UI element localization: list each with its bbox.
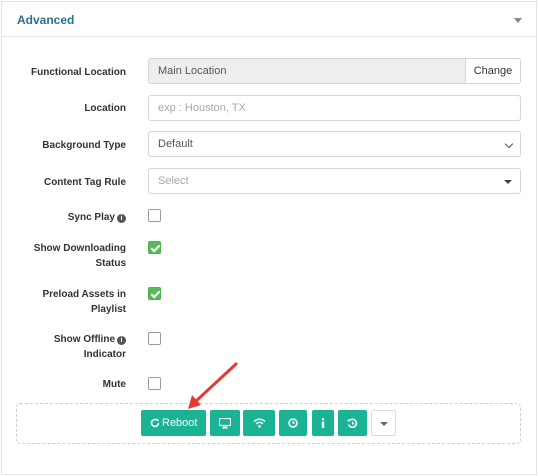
info-icon[interactable]: i [117, 214, 126, 223]
mute-label: Mute [102, 379, 126, 390]
mute-checkbox[interactable] [148, 377, 161, 390]
sync-play-label: Sync Play i [6, 210, 126, 225]
content-tag-rule-label: Content Tag Rule [43, 177, 126, 188]
location-placeholder: exp : Houston, TX [158, 102, 246, 114]
history-icon [347, 418, 358, 428]
show-downloading-status-label: Show Downloading Status [6, 241, 126, 271]
panel-header[interactable]: Advanced [2, 2, 536, 37]
caret-down-icon [504, 180, 512, 184]
screen-button[interactable] [210, 410, 240, 436]
label-line: Preload Assets in [42, 289, 126, 300]
caret-down-icon[interactable] [514, 18, 522, 23]
label-line: Show Downloading [33, 243, 126, 254]
location-label: Location [84, 103, 126, 114]
label-line: Show Offline [53, 334, 115, 345]
preload-assets-checkbox[interactable] [148, 287, 161, 300]
panel-title: Advanced [17, 13, 75, 27]
background-type-select[interactable]: Default [148, 131, 521, 157]
sync-play-checkbox[interactable] [148, 209, 161, 222]
wifi-button[interactable] [243, 410, 275, 436]
functional-location-value: Main Location [158, 65, 227, 77]
preload-assets-label: Preload Assets in Playlist [6, 287, 126, 317]
caret-down-icon [380, 422, 388, 426]
info-button[interactable] [312, 410, 334, 436]
info-icon[interactable]: i [117, 336, 126, 345]
monitor-icon [219, 418, 231, 429]
info-icon [321, 418, 325, 428]
background-type-value: Default [158, 138, 193, 150]
location-input[interactable]: exp : Houston, TX [148, 95, 521, 121]
more-dropdown-button[interactable] [371, 410, 396, 436]
content-tag-rule-placeholder: Select [158, 175, 189, 187]
history-button[interactable] [338, 410, 367, 436]
background-type-label: Background Type [42, 140, 126, 151]
label-line: Status [95, 258, 126, 269]
sync-play-label-text: Sync Play [67, 212, 115, 223]
change-button[interactable]: Change [465, 58, 521, 84]
clock-icon [288, 418, 298, 428]
functional-location-label: Functional Location [31, 67, 126, 78]
wifi-icon [253, 418, 266, 428]
clock-button[interactable] [279, 410, 307, 436]
functional-location-field: Main Location Change [148, 58, 521, 84]
refresh-icon [150, 418, 160, 428]
show-offline-indicator-label: Show Offline i Indicator [6, 332, 126, 362]
label-line: Playlist [90, 304, 126, 315]
reboot-button[interactable]: Reboot [141, 410, 206, 436]
chevron-down-icon [504, 139, 514, 149]
label-line: Indicator [83, 349, 126, 360]
show-downloading-status-checkbox[interactable] [148, 241, 161, 254]
content-tag-rule-select[interactable]: Select [148, 168, 521, 194]
reboot-label: Reboot [162, 417, 198, 429]
show-offline-indicator-checkbox[interactable] [148, 332, 161, 345]
